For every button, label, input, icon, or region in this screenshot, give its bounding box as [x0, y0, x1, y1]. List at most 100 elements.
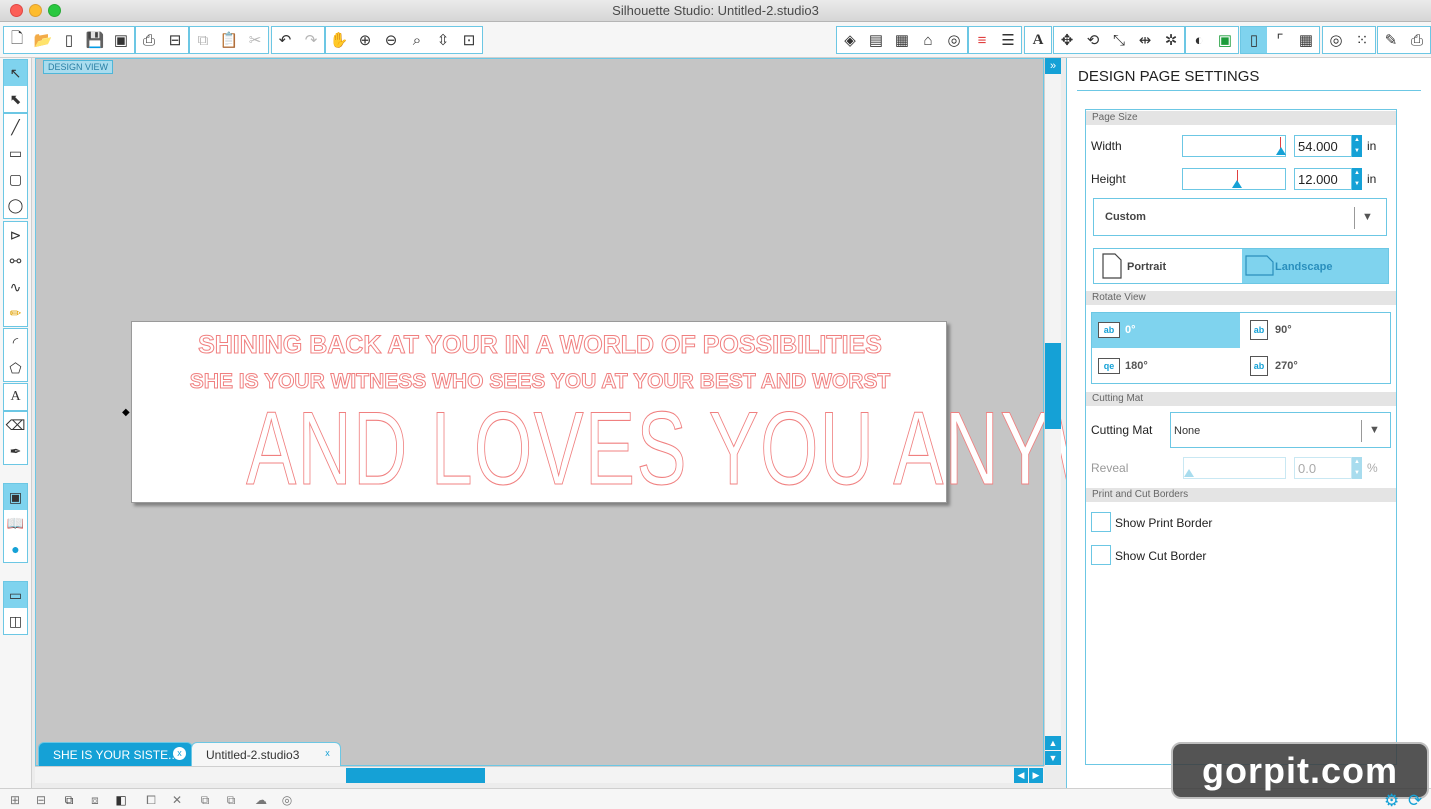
text-tool-icon[interactable]: A [4, 384, 27, 410]
send-icon[interactable]: ⎙ [1404, 27, 1430, 53]
page-size-dropdown[interactable]: Custom ▼ [1093, 198, 1387, 236]
knife-icon[interactable]: ✎ [1378, 27, 1404, 53]
chevron-down-icon[interactable]: ▼ [1362, 211, 1373, 223]
fill-color-icon[interactable]: ◈ [837, 27, 863, 53]
pan-icon[interactable]: ✋ [326, 27, 352, 53]
text-style-icon[interactable]: A [1025, 27, 1051, 53]
trace-icon[interactable]: ◎ [1323, 27, 1349, 53]
fit-page-icon[interactable]: ⊡ [456, 27, 482, 53]
line-color-icon[interactable]: ⌂ [915, 27, 941, 53]
weld-icon[interactable]: ◧ [112, 792, 130, 808]
line-style-icon[interactable]: ◎ [941, 27, 967, 53]
paste-icon[interactable]: 📋 [216, 27, 242, 53]
bring-front-icon[interactable]: ⧉ [196, 792, 214, 808]
height-input[interactable]: 12.000 [1294, 168, 1352, 190]
single-view-icon[interactable]: ▭ [4, 582, 27, 608]
page-handle-icon[interactable]: ◆ [122, 407, 130, 418]
width-slider[interactable] [1182, 135, 1286, 157]
horizontal-scrollbar[interactable]: ◀ ▶ [35, 766, 1044, 783]
move-icon[interactable]: ⇹ [1132, 27, 1158, 53]
send-back-icon[interactable]: ⧉ [222, 792, 240, 808]
rotate-90-button[interactable]: ab 90° [1242, 313, 1390, 348]
registration-icon[interactable]: ⌜ [1267, 27, 1293, 53]
align-lines-icon[interactable]: ≡ [969, 27, 995, 53]
offset-icon[interactable]: ▣ [1212, 27, 1238, 53]
height-stepper[interactable]: ▲ ▼ [1352, 168, 1362, 190]
rotate-icon[interactable]: ⟲ [1080, 27, 1106, 53]
edit-points-icon[interactable]: ⬉ [4, 86, 27, 112]
width-input[interactable]: 54.000 [1294, 135, 1352, 157]
height-slider-handle[interactable] [1232, 180, 1242, 188]
scroll-right-icon[interactable]: ▶ [1029, 768, 1043, 783]
cutting-mat-dropdown[interactable]: None ▼ [1170, 412, 1391, 448]
width-stepper[interactable]: ▲ ▼ [1352, 135, 1362, 157]
release-compound-icon[interactable]: ⧈ [86, 792, 104, 808]
delete-icon[interactable]: ✕ [168, 792, 186, 808]
fill-pattern-icon[interactable]: ▦ [889, 27, 915, 53]
print-icon[interactable]: ⎙ [136, 27, 162, 53]
line-thickness-icon[interactable]: ☰ [995, 27, 1021, 53]
collapse-panel-icon[interactable]: » [1045, 58, 1061, 74]
rotate-270-button[interactable]: ab 270° [1242, 349, 1390, 384]
group-icon[interactable]: ⊞ [6, 792, 24, 808]
undo-icon[interactable]: ↶ [272, 27, 298, 53]
copy-icon[interactable]: ⧉ [190, 27, 216, 53]
pencil-tool-icon[interactable]: ✏ [4, 300, 27, 326]
library-icon[interactable]: 📖 [4, 510, 27, 536]
transform-icon[interactable]: ✥ [1054, 27, 1080, 53]
landscape-button[interactable]: Landscape [1242, 249, 1388, 283]
design-text-line-1[interactable]: SHINING BACK AT YOUR IN A WORLD OF POSSI… [132, 331, 948, 360]
zoom-in-icon[interactable]: ⊕ [352, 27, 378, 53]
cut-settings-icon[interactable]: ⁙ [1349, 27, 1375, 53]
select-arrow-icon[interactable]: ↖ [4, 60, 27, 86]
sync-icon[interactable]: ⟳ [1408, 791, 1422, 809]
target-icon[interactable]: ◎ [278, 792, 296, 808]
freehand-tool-icon[interactable]: ∿ [4, 274, 27, 300]
new-doc-icon[interactable]: 🗋 [4, 27, 30, 53]
eraser-tool-icon[interactable]: ⌫ [4, 412, 27, 438]
cut-icon[interactable]: ✂ [242, 27, 268, 53]
modify-icon[interactable]: ◐ [1186, 27, 1212, 53]
compound-path-icon[interactable]: ⧉ [60, 792, 78, 808]
scroll-down-icon[interactable]: ▼ [1045, 751, 1061, 765]
curve-tool-icon[interactable]: ⚯ [4, 248, 27, 274]
rotate-180-button[interactable]: qe 180° [1092, 349, 1240, 384]
scroll-left-icon[interactable]: ◀ [1014, 768, 1028, 783]
line-tool-icon[interactable]: ╱ [4, 114, 27, 140]
height-slider[interactable] [1182, 168, 1286, 190]
portrait-button[interactable]: Portrait [1094, 249, 1242, 283]
save-library-icon[interactable]: ▣ [108, 27, 134, 53]
vertical-scrollbar[interactable]: » ▲ ▼ [1044, 58, 1061, 766]
polygon-tool-icon[interactable]: ⊳ [4, 222, 27, 248]
open-file-icon[interactable]: ▯ [56, 27, 82, 53]
grid-icon[interactable]: ▦ [1293, 27, 1319, 53]
page-setup-icon[interactable]: ▯ [1241, 27, 1267, 53]
ungroup-icon[interactable]: ⊟ [32, 792, 50, 808]
rotate-0-button[interactable]: ab 0° [1092, 313, 1240, 348]
reveal-input[interactable]: 0.0 [1294, 457, 1352, 479]
reveal-stepper[interactable]: ▲ ▼ [1352, 457, 1362, 479]
show-print-border-checkbox[interactable] [1091, 512, 1111, 532]
width-slider-handle[interactable] [1276, 147, 1286, 155]
split-view-icon[interactable]: ◫ [4, 608, 27, 634]
rounded-rect-tool-icon[interactable]: ▢ [4, 166, 27, 192]
scale-icon[interactable]: ⤡ [1106, 27, 1132, 53]
close-tab-icon[interactable]: x [321, 747, 334, 760]
save-icon[interactable]: 💾 [82, 27, 108, 53]
gear-icon[interactable]: ⚙ [1384, 791, 1399, 809]
tab-sister-document[interactable]: SHE IS YOUR SISTE... x [38, 742, 193, 766]
arc-tool-icon[interactable]: ◜ [4, 329, 27, 355]
vertical-scroll-thumb[interactable] [1045, 343, 1061, 429]
design-view-icon[interactable]: ▣ [4, 484, 27, 510]
scroll-up-icon[interactable]: ▲ [1045, 736, 1061, 750]
open-folder-icon[interactable]: 📂 [30, 27, 56, 53]
print-cut-icon[interactable]: ⊟ [162, 27, 188, 53]
layers-icon[interactable]: ☁ [252, 792, 270, 808]
fill-gradient-icon[interactable]: ▤ [863, 27, 889, 53]
zoom-drag-icon[interactable]: ⇳ [430, 27, 456, 53]
pentagon-tool-icon[interactable]: ⬠ [4, 355, 27, 381]
reveal-slider-handle[interactable] [1184, 469, 1194, 477]
close-tab-icon[interactable]: x [173, 747, 186, 760]
horizontal-scroll-thumb[interactable] [346, 768, 485, 783]
rectangle-tool-icon[interactable]: ▭ [4, 140, 27, 166]
